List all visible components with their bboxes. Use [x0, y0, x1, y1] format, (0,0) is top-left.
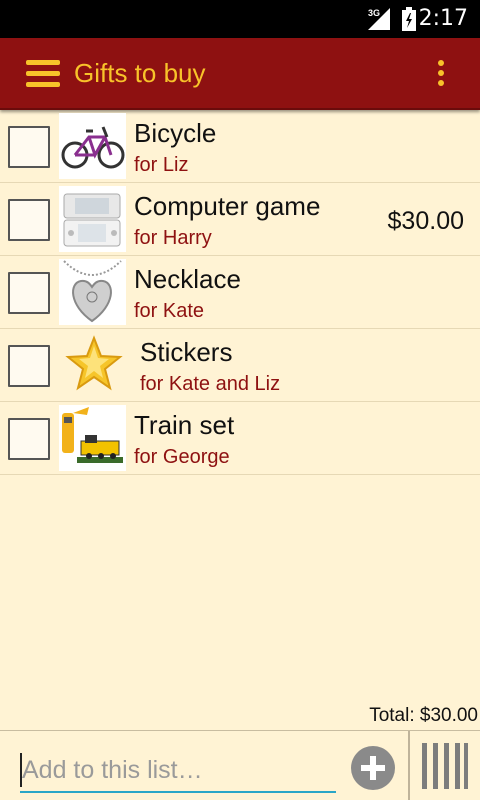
add-icon[interactable]: [351, 746, 395, 790]
list-item[interactable]: Bicycle for Liz: [0, 110, 480, 183]
item-name: Bicycle: [134, 118, 217, 148]
star-image: [59, 332, 126, 398]
add-item-input[interactable]: [20, 749, 336, 793]
item-price: $30.00: [387, 207, 464, 235]
item-recipient: for Kate: [134, 300, 205, 322]
list-item[interactable]: Train set for George: [0, 402, 480, 475]
item-recipient: for Kate and Liz: [140, 373, 281, 395]
necklace-image: [59, 259, 126, 325]
list-total: Total: $30.00: [369, 705, 478, 726]
divider: [408, 731, 410, 800]
app-bar: Gifts to buy: [0, 38, 480, 110]
clock: 2:17: [418, 6, 468, 31]
game-console-image: [59, 186, 126, 252]
page-title: Gifts to buy: [74, 58, 206, 88]
item-recipient: for Harry: [134, 227, 212, 249]
item-recipient: for George: [134, 446, 230, 468]
list-item[interactable]: Computer game for Harry $30.00: [0, 183, 480, 256]
gift-list: Bicycle for Liz Computer game for Harry …: [0, 110, 480, 475]
signal-icon: [368, 8, 390, 30]
item-name: Computer game: [134, 191, 321, 221]
item-recipient: for Liz: [134, 154, 189, 176]
battery-icon: [402, 7, 416, 31]
bicycle-image: [59, 113, 126, 179]
item-checkbox[interactable]: [8, 418, 50, 460]
add-item-bar: [0, 730, 480, 800]
status-bar: 3G 2:17: [0, 0, 480, 38]
item-name: Stickers: [140, 337, 233, 367]
menu-icon[interactable]: [26, 60, 60, 88]
item-checkbox[interactable]: [8, 126, 50, 168]
item-checkbox[interactable]: [8, 272, 50, 314]
overflow-menu-icon[interactable]: [436, 60, 446, 90]
item-checkbox[interactable]: [8, 345, 50, 387]
train-set-image: [59, 405, 126, 471]
text-cursor: [20, 753, 22, 787]
barcode-icon[interactable]: [420, 743, 468, 789]
item-checkbox[interactable]: [8, 199, 50, 241]
item-name: Necklace: [134, 264, 241, 294]
list-item[interactable]: Stickers for Kate and Liz: [0, 329, 480, 402]
list-item[interactable]: Necklace for Kate: [0, 256, 480, 329]
item-name: Train set: [134, 410, 235, 440]
